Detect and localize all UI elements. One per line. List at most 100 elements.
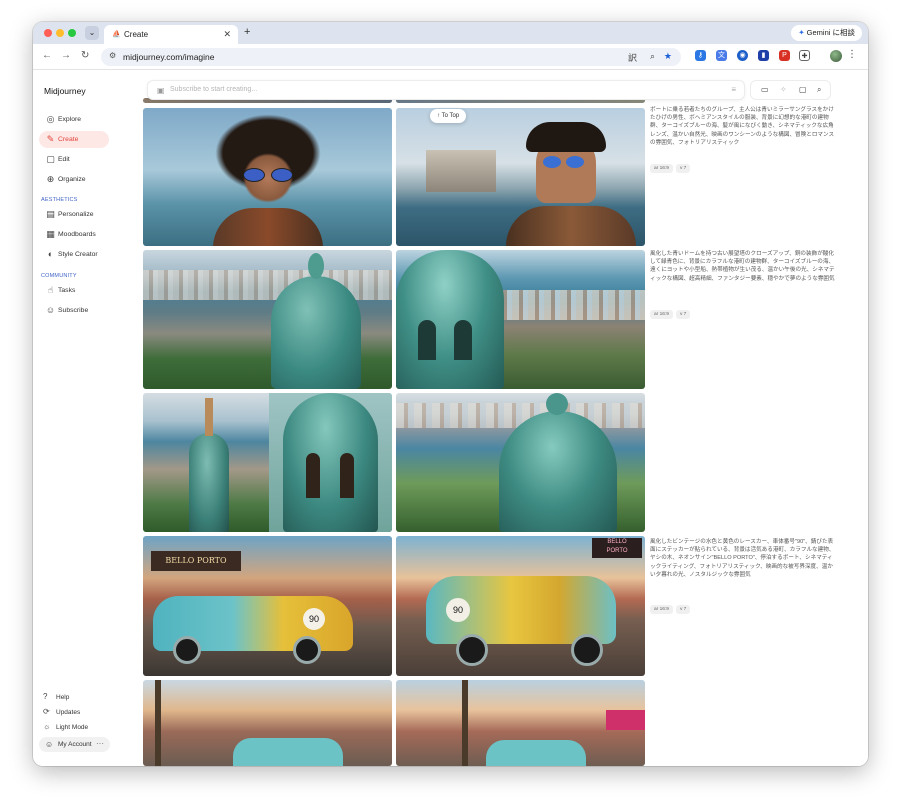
extension-dots-icon[interactable]: ▮ [758,50,769,61]
url-text: midjourney.com/imagine [123,52,215,62]
tab-strip: ⌄ ⛵ Create ✕ + ✦ Gemini に相談 [33,22,868,44]
sparkle-icon[interactable]: ✧ [780,85,787,94]
sidebar-item-edit[interactable]: ▢ Edit [39,151,109,168]
translate-icon[interactable]: 訳 [628,51,637,64]
extension-translate-icon[interactable]: 文 [716,50,727,61]
extension-circle-icon[interactable]: ◉ [737,50,748,61]
tower-dome [189,433,229,532]
sidebar-item-tasks[interactable]: ☝ Tasks [39,282,109,299]
close-window-button[interactable] [44,29,52,37]
image-tile-dome-4[interactable] [396,393,645,532]
aspect-ratio-chip[interactable]: ar 16:9 [650,310,673,319]
new-tab-plus-icon[interactable]: + [244,26,250,38]
help-link[interactable]: ? Help [43,692,69,701]
sidebar-item-create[interactable]: ✎ Create [39,131,109,148]
wheel [456,634,488,666]
image-tile-portrait-1[interactable] [143,108,392,246]
extensions-puzzle-icon[interactable]: ✚ [799,50,810,61]
gemini-button[interactable]: ✦ Gemini に相談 [791,25,862,41]
car-number: 90 [303,608,325,630]
midjourney-app: Midjourney ◎ Explore ✎ Create ▢ Edit ⊕ O… [33,70,868,766]
prompt-text[interactable]: ボートに乗る若者たちのグループ、主人公は青いミラーサングラスをかけたひげの男性、… [650,106,835,147]
help-icon: ? [43,692,48,701]
bookmark-star-icon[interactable]: ★ [664,51,672,62]
site-settings-icon[interactable]: ⚙ [109,51,116,60]
prompt-text[interactable]: 風化したビンテージの水色と黄色のレースカー、車体番号"90"、錆びた表面にステッ… [650,538,835,579]
profile-avatar[interactable] [830,50,842,62]
neon-sign: BELLO PORTO [592,538,642,558]
sunglasses-lens [543,156,561,168]
dome-finial [308,253,324,279]
version-chip[interactable]: v 7 [675,164,691,173]
close-tab-icon[interactable]: ✕ [223,29,231,40]
sidebar-item-label: Moodboards [58,231,96,238]
image-tile-dome-2[interactable] [396,250,645,389]
folder-icon[interactable]: ▭ [761,85,769,94]
search-icon[interactable]: ⌕ [817,85,821,95]
reload-icon[interactable]: ↻ [81,50,89,61]
image-tile-dome-1[interactable] [143,250,392,389]
prompt-bar[interactable]: ▣ Subscribe to start creating... ≡ [147,80,745,100]
more-options-icon[interactable]: ··· [96,739,104,748]
address-bar[interactable]: ⚙ midjourney.com/imagine 訳 ⌕ ★ [101,48,681,66]
sidebar-item-label: Organize [58,176,86,183]
prompt-settings-icon[interactable]: ≡ [731,85,736,94]
image-tile-car-1[interactable]: BELLO PORTO 90 [143,536,392,676]
sidebar-item-style-creator[interactable]: ◐ Style Creator [39,246,109,263]
sidebar-item-moodboards[interactable]: ▦ Moodboards [39,226,109,243]
gemini-button-label: Gemini に相談 [806,28,855,37]
browser-tab[interactable]: ⛵ Create ✕ [104,25,238,44]
version-chip[interactable]: v 7 [675,310,691,319]
wheel [173,636,201,664]
sunglasses-lens [243,168,265,182]
aspect-ratio-chip[interactable]: ar 16:9 [650,605,673,614]
dome-window [340,453,354,498]
zoom-icon[interactable]: ⌕ [650,51,655,62]
maximize-window-button[interactable] [68,29,76,37]
image-tile-car-3[interactable] [143,680,392,766]
aspect-ratio-chip[interactable]: ar 16:9 [650,164,673,173]
updates-link[interactable]: ⟳ Updates [43,707,80,716]
minimize-window-button[interactable] [56,29,64,37]
image-tile-portrait-2[interactable] [396,108,645,246]
edit-icon: ▢ [46,154,55,164]
shirt [506,206,636,246]
brand-logo[interactable]: Midjourney [44,86,86,96]
browser-menu-icon[interactable]: ⋮ [847,49,857,60]
image-prompt-icon[interactable]: ▣ [157,86,165,95]
forward-arrow-icon[interactable]: → [61,50,71,61]
sidebar-item-explore[interactable]: ◎ Explore [39,111,109,128]
sidebar-item-organize[interactable]: ⊕ Organize [39,171,109,188]
verdigris-dome [271,276,361,389]
moodboard-icon: ▦ [46,229,55,239]
sidebar-item-personalize[interactable]: ▤ Personalize [39,206,109,223]
gemini-star-icon: ✦ [798,28,805,37]
image-tile-dome-3[interactable] [143,393,392,532]
verdigris-dome [499,411,617,532]
light-mode-toggle[interactable]: ☼ Light Mode [43,722,88,731]
tab-search-chevron-icon[interactable]: ⌄ [85,26,99,40]
town-buildings [496,290,645,320]
chat-icon[interactable]: ▢ [799,85,807,94]
extension-pdf-icon[interactable]: P [779,50,790,61]
to-top-label: To Top [441,113,460,119]
back-arrow-icon[interactable]: ← [42,50,52,61]
dome-finial [546,393,568,415]
sunglasses-lens [271,168,293,182]
verdigris-dome [283,393,378,532]
sidebar-item-subscribe[interactable]: ☺ Subscribe [39,302,109,319]
version-chip[interactable]: v 7 [675,605,691,614]
image-tile-car-4[interactable] [396,680,645,766]
midjourney-favicon-icon: ⛵ [112,31,121,38]
race-car-body [486,740,586,766]
updates-label: Updates [56,709,81,716]
main-feed: ▣ Subscribe to start creating... ≡ ▭ ✧ ▢… [125,70,868,766]
palette-icon: ◐ [47,249,54,259]
sidebar-item-label: Style Creator [58,251,98,258]
image-tile-car-2[interactable]: BELLO PORTO 90 [396,536,645,676]
prompt-text[interactable]: 風化した青いドームを持つ古い展望塔のクローズアップ、銅の装飾が酸化して緑青色に、… [650,250,835,283]
my-account-button[interactable]: ☺ My Account ··· [39,737,110,752]
tower-spire [205,398,213,436]
to-top-button[interactable]: ↑ To Top [430,109,467,123]
extension-key-icon[interactable]: ⚷ [695,50,706,61]
